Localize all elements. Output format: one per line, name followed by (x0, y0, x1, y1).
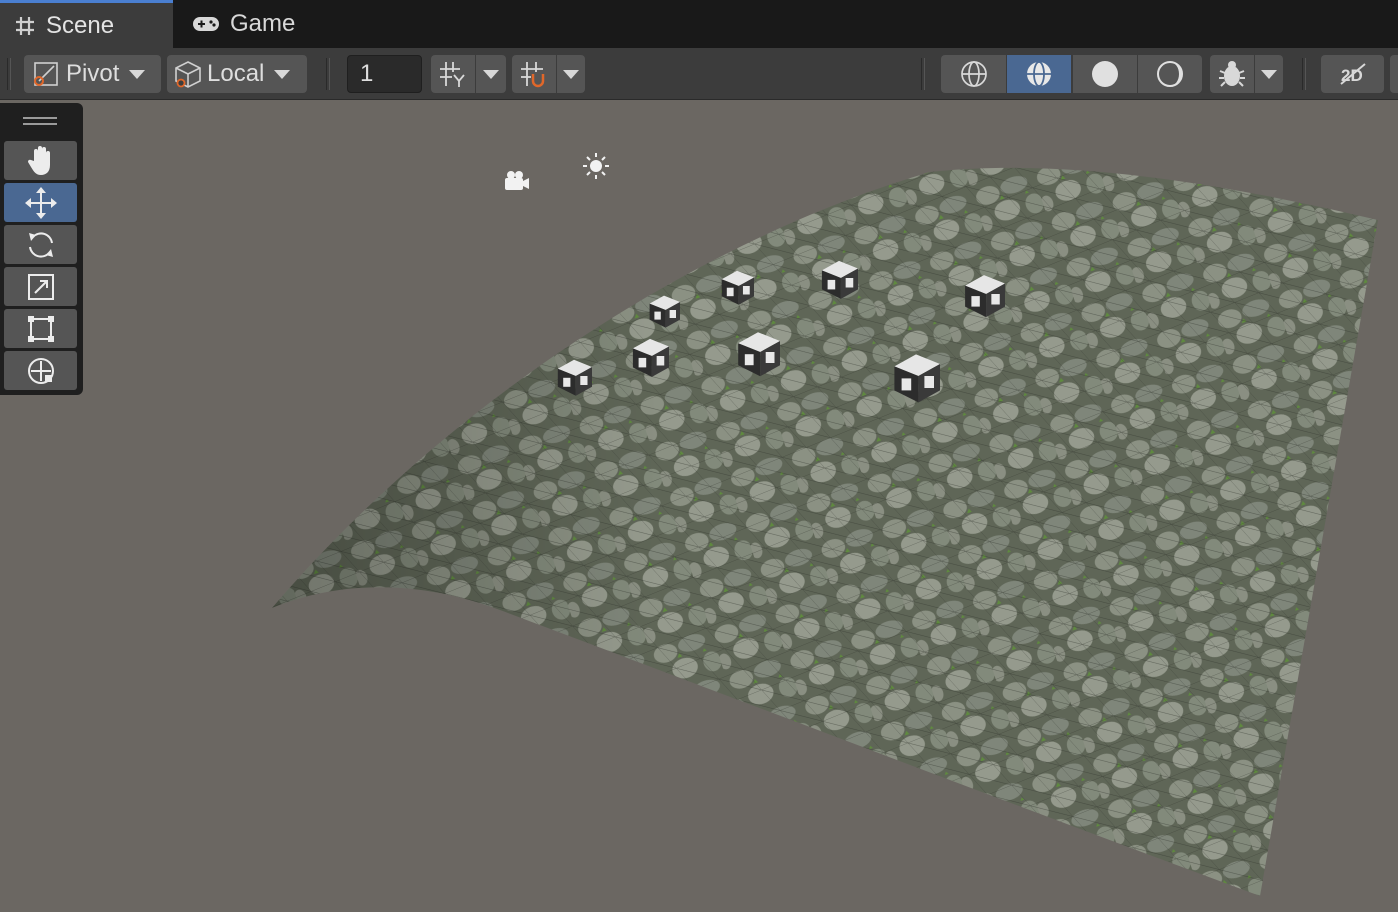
pivot-icon (32, 60, 60, 88)
debug-draw-dropdown[interactable] (1255, 55, 1283, 93)
move-tool-button[interactable] (4, 183, 77, 222)
pivot-dropdown[interactable]: Pivot (24, 55, 161, 93)
toolbar-overflow[interactable] (1390, 55, 1398, 93)
rect-transform-icon (26, 314, 56, 344)
2d-toggle-icon: 2D (1337, 60, 1369, 88)
draw-mode-unlit-button[interactable] (1138, 55, 1202, 93)
bug-icon (1217, 59, 1247, 89)
chevron-down-icon (1261, 69, 1277, 79)
tab-scene[interactable]: Scene (0, 0, 173, 48)
grid-snap-value: 1 (360, 60, 374, 87)
tab-game[interactable]: Game (178, 0, 318, 48)
move-arrows-icon (24, 186, 58, 220)
local-label: Local (207, 60, 265, 87)
snap-increment-dropdown[interactable] (557, 55, 585, 93)
camera-gizmo-icon[interactable] (505, 171, 529, 190)
toolbar-grip[interactable] (326, 58, 330, 90)
scene-toolbar: Pivot Local 1 (0, 48, 1398, 100)
draw-mode-shaded-button[interactable] (1073, 55, 1137, 93)
gamepad-icon (192, 14, 220, 34)
transform-icon (25, 355, 57, 387)
tools-overlay (0, 103, 83, 395)
debug-draw-button[interactable] (1210, 55, 1254, 93)
grid-axis-dropdown[interactable] (476, 55, 506, 93)
view-tool-button[interactable] (4, 141, 77, 180)
local-global-dropdown[interactable]: Local (167, 55, 307, 93)
scene-viewport[interactable] (0, 100, 1398, 912)
grid-snap-input[interactable]: 1 (347, 55, 422, 93)
draw-mode-wireframe-button[interactable] (941, 55, 1006, 93)
tab-scene-label: Scene (46, 11, 115, 39)
hand-icon (26, 145, 56, 177)
toolbar-grip[interactable] (921, 58, 925, 90)
grid-snap-magnet-icon (519, 60, 549, 88)
overlay-drag-handle[interactable] (23, 117, 57, 125)
local-cube-icon (173, 59, 203, 89)
draw-mode-shaded-wireframe-button[interactable] (1007, 55, 1071, 93)
directional-light-icon[interactable] (583, 153, 609, 179)
grid-y-icon (438, 60, 468, 88)
pivot-label: Pivot (66, 60, 120, 87)
scale-tool-button[interactable] (4, 267, 77, 306)
toolbar-grip[interactable] (7, 58, 11, 90)
unlit-sphere-icon (1155, 59, 1185, 89)
hash-icon (14, 15, 36, 37)
shaded-wireframe-sphere-icon (1024, 59, 1054, 89)
grid-snapping-button[interactable] (512, 55, 556, 93)
2d-toggle-button[interactable]: 2D (1321, 55, 1384, 93)
scale-icon (26, 272, 56, 302)
rotate-icon (25, 229, 57, 261)
toolbar-grip[interactable] (1302, 58, 1306, 90)
chevron-down-icon (483, 69, 499, 79)
rect-tool-button[interactable] (4, 309, 77, 348)
rotate-tool-button[interactable] (4, 225, 77, 264)
tab-game-label: Game (230, 10, 296, 37)
transform-tool-button[interactable] (4, 351, 77, 390)
chevron-down-icon (563, 69, 579, 79)
wireframe-sphere-icon (959, 59, 989, 89)
grid-visibility-button[interactable] (431, 55, 475, 93)
shaded-sphere-icon (1090, 59, 1120, 89)
tab-bar: Scene Game (0, 0, 1398, 48)
chevron-down-icon (129, 69, 146, 79)
chevron-down-icon (274, 69, 291, 79)
